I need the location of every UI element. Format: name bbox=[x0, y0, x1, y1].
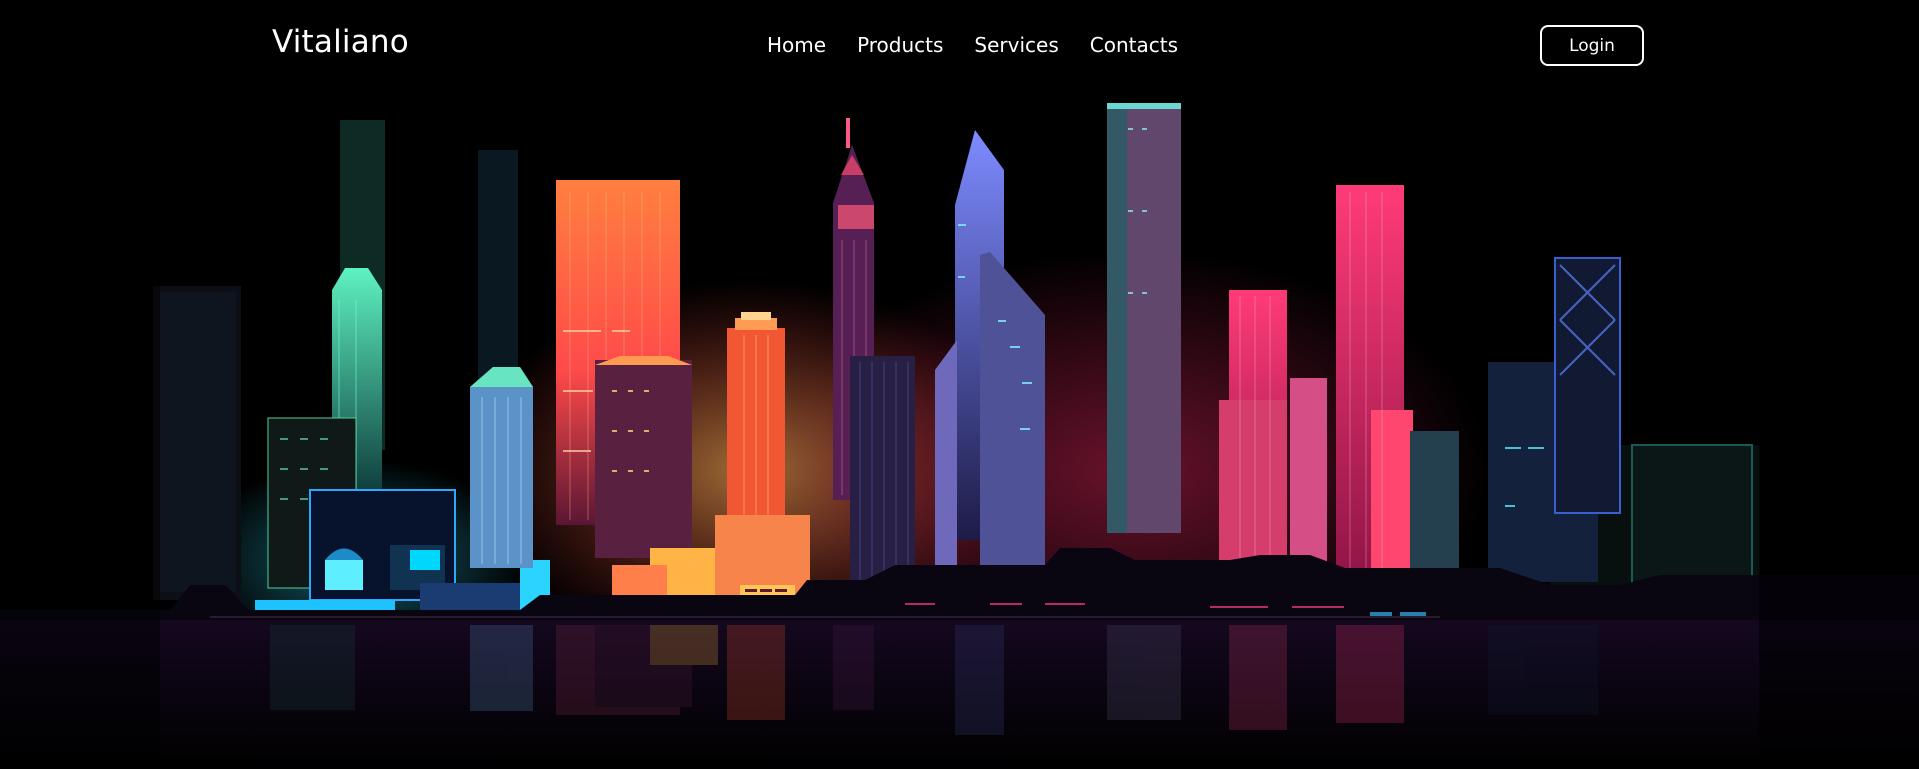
nav-contacts-link[interactable]: Contacts bbox=[1090, 33, 1178, 57]
top-navigation: Vitaliano Home Products Services Contact… bbox=[0, 0, 1919, 94]
nav-services-link[interactable]: Services bbox=[974, 33, 1058, 57]
login-button[interactable]: Login bbox=[1540, 25, 1644, 66]
brand-logo[interactable]: Vitaliano bbox=[272, 24, 409, 60]
nav-home-link[interactable]: Home bbox=[767, 33, 826, 57]
nav-products-link[interactable]: Products bbox=[857, 33, 943, 57]
landing-page: Vitaliano Home Products Services Contact… bbox=[0, 0, 1919, 769]
hero-skyline-illustration bbox=[0, 0, 1919, 769]
main-navigation: Home Products Services Contacts bbox=[767, 33, 1178, 57]
